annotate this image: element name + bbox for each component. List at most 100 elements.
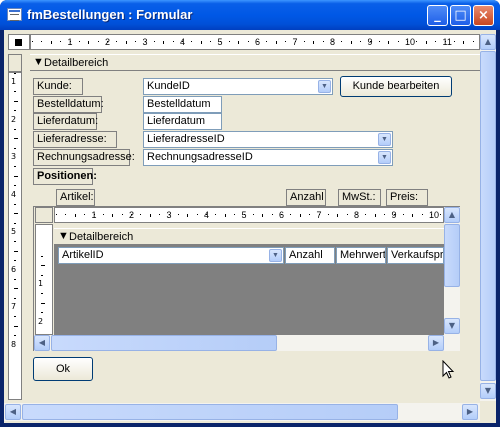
ruler-tick (247, 41, 249, 42)
subform-ruler-corner[interactable] (35, 207, 53, 223)
vertical-scroll-thumb[interactable] (480, 51, 496, 381)
subform-vertical-scrollbar[interactable]: ▲ ▼ (444, 207, 460, 335)
dropdown-arrow-icon[interactable]: ▼ (318, 80, 331, 93)
vertical-ruler[interactable]: 1 2 3 4 5 6 7 8 (8, 72, 22, 400)
scroll-left-button[interactable]: ◀ (5, 404, 21, 420)
ruler-number: 6 (255, 37, 261, 47)
lieferadresse-label: Lieferadresse: (33, 131, 117, 148)
dropdown-arrow-icon[interactable]: ▼ (378, 133, 391, 146)
ruler-tick (472, 41, 474, 42)
subform-scroll-left-button[interactable]: ◀ (34, 335, 50, 351)
vruler-tick (14, 100, 18, 102)
vruler-tick (14, 73, 16, 74)
rechnungsadresse-label: Rechnungsadresse: (33, 149, 135, 166)
ruler-tick (97, 41, 99, 42)
ruler-tick (275, 41, 277, 44)
maximize-button[interactable]: □ (450, 5, 471, 26)
vruler-tick (14, 297, 16, 299)
ruler-tick (412, 214, 414, 217)
vruler-number: 2 (38, 316, 44, 326)
subform-scroll-up-button[interactable]: ▲ (444, 207, 460, 223)
close-button[interactable]: × (473, 5, 494, 26)
scroll-right-button[interactable]: ▶ (462, 404, 478, 420)
ruler-tick (74, 214, 76, 217)
minimize-button[interactable]: _ (427, 5, 448, 26)
dropdown-arrow-icon[interactable]: ▼ (378, 151, 391, 164)
vruler-number: 4 (11, 189, 17, 199)
ruler-tick (303, 41, 305, 42)
maximize-icon: □ (454, 8, 467, 23)
ruler-tick (378, 41, 380, 42)
lieferdatum-field[interactable]: Lieferdatum (143, 113, 222, 130)
subform-vertical-ruler[interactable]: 12 (35, 224, 53, 335)
title-bar[interactable]: fmBestellungen : Formular _ □ × (0, 0, 500, 30)
horizontal-scrollbar[interactable]: ◀ ▶ (4, 403, 480, 421)
subform-anzahl-field[interactable]: Anzahl (285, 247, 335, 264)
scroll-arrow-icon: ▼ (484, 386, 492, 395)
subform-scroll-right-button[interactable]: ▶ (428, 335, 444, 351)
vruler-tick (14, 222, 16, 224)
horizontal-ruler[interactable]: 123456789101112 (30, 34, 480, 50)
vertical-scrollbar[interactable]: ▲ ▼ (480, 34, 496, 401)
ruler-number: 6 (279, 210, 285, 220)
ruler-tick (360, 41, 362, 42)
subform-detail-section-bar[interactable]: ▼ Detailbereich (54, 228, 444, 245)
vruler-tick (41, 274, 43, 276)
ruler-number: 9 (367, 37, 373, 47)
dropdown-arrow-icon[interactable]: ▼ (269, 249, 282, 262)
scroll-down-button[interactable]: ▼ (480, 383, 496, 399)
subform-artikel-value: ArtikelID (62, 249, 104, 261)
kunde-combobox[interactable]: KundeID ▼ (143, 78, 333, 95)
horizontal-scroll-thumb[interactable] (22, 404, 398, 420)
ruler-tick (228, 41, 230, 42)
subform-scroll-down-button[interactable]: ▼ (444, 318, 460, 334)
vruler-tick (41, 255, 43, 257)
lieferadresse-value: LieferadresseID (147, 133, 225, 145)
ruler-tick (397, 41, 399, 42)
form-icon[interactable] (7, 8, 22, 21)
vruler-tick (14, 316, 16, 318)
ruler-tick (388, 41, 390, 44)
subform-artikel-combobox[interactable]: ArtikelID ▼ (58, 247, 284, 264)
ruler-tick (346, 214, 348, 215)
ok-button[interactable]: Ok (33, 357, 93, 381)
bestelldatum-field[interactable]: Bestelldatum (143, 96, 222, 113)
rechnungsadresse-combobox[interactable]: RechnungsadresseID ▼ (143, 149, 393, 166)
subform-horizontal-scroll-thumb[interactable] (51, 335, 277, 351)
scroll-arrow-icon: ◀ (38, 338, 46, 347)
subform-horizontal-ruler[interactable]: 1 2 3 4 5 6 7 8 9 10 (54, 207, 444, 223)
ruler-tick (384, 214, 386, 215)
ruler-tick (421, 214, 423, 215)
resize-grip[interactable] (480, 403, 496, 421)
ruler-tick (191, 41, 193, 42)
vruler-tick (14, 175, 18, 177)
section-selector[interactable] (8, 54, 22, 72)
subform-artikel-label: Artikel: (56, 189, 95, 206)
subform-anzahl-label: Anzahl (286, 189, 326, 206)
ruler-tick (116, 41, 118, 42)
detail-section-bar[interactable]: ▼ Detailbereich (30, 54, 480, 71)
section-arrow-icon: ▼ (33, 56, 44, 68)
subform-horizontal-scrollbar[interactable]: ◀ ▶ (34, 335, 460, 351)
ruler-tick (453, 41, 455, 42)
scroll-up-button[interactable]: ▲ (480, 34, 496, 50)
subform-vertical-scroll-thumb[interactable] (444, 224, 460, 287)
lieferadresse-combobox[interactable]: LieferadresseID ▼ (143, 131, 393, 148)
kunde-bearbeiten-button[interactable]: Kunde bearbeiten (340, 76, 452, 97)
select-form-box[interactable] (15, 39, 22, 46)
scroll-arrow-icon: ◀ (9, 407, 17, 416)
ruler-tick (374, 214, 376, 217)
vruler-tick (41, 293, 43, 295)
ruler-tick (210, 41, 212, 42)
window-title: fmBestellungen : Formular (27, 7, 193, 22)
ruler-corner[interactable] (8, 34, 30, 50)
ruler-number: 3 (142, 37, 148, 47)
subform-mwst-field[interactable]: Mehrwert (336, 247, 386, 264)
ruler-tick (32, 41, 33, 42)
vruler-tick (14, 110, 16, 112)
ruler-tick (135, 41, 137, 42)
close-icon: × (478, 8, 489, 23)
subform-preis-field[interactable]: Verkaufspre (387, 247, 444, 264)
ruler-tick (78, 41, 80, 42)
ruler-tick (224, 214, 226, 217)
